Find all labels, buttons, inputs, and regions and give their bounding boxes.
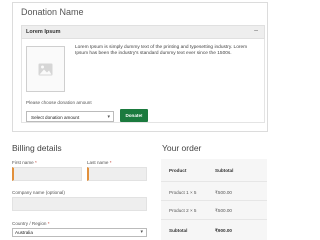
product-name: Product 1 × 5	[169, 190, 197, 195]
donation-description: Lorem Ipsum is simply dummy text of the …	[75, 45, 248, 57]
order-header-row: Product Subtotal	[161, 159, 267, 181]
product-name: Product 2 × 5	[169, 208, 197, 213]
first-name-label: First name *	[12, 160, 37, 165]
image-placeholder	[26, 46, 65, 92]
country-label: Country / Region *	[12, 221, 50, 226]
billing-title: Billing details	[12, 143, 62, 153]
last-name-label: Last name *	[87, 160, 112, 165]
product-header: Product	[169, 168, 187, 173]
donation-amount-label: Please choose donation amount	[26, 100, 92, 105]
table-row: Product 1 × 5 ₹500.00	[161, 181, 267, 200]
donation-accordion-header[interactable]: Lorem Ipsum –	[21, 25, 265, 39]
donation-title: Donation Name	[21, 7, 84, 17]
donation-item-title: Lorem Ipsum	[26, 29, 61, 35]
chevron-down-icon: ▾	[140, 229, 143, 235]
last-name-field[interactable]	[87, 167, 147, 181]
donation-panel: Donation Name Lorem Ipsum – Lorem Ipsum …	[12, 2, 268, 132]
donation-amount-value: Select donation amount	[31, 114, 80, 120]
product-subtotal: ₹500.00	[215, 190, 232, 195]
subtotal-value: ₹900.00	[215, 228, 232, 233]
chevron-down-icon: ▾	[107, 114, 110, 120]
country-value: Australia	[15, 230, 33, 235]
subtotal-row: Subtotal ₹900.00	[161, 219, 267, 240]
subtotal-header: Subtotal	[215, 168, 234, 173]
product-subtotal: ₹500.00	[215, 208, 232, 213]
donate-button[interactable]: Donate!	[120, 109, 148, 122]
order-table: Product Subtotal Product 1 × 5 ₹500.00 P…	[161, 159, 267, 240]
first-name-field[interactable]	[12, 167, 82, 181]
company-field[interactable]	[12, 197, 147, 211]
company-label: Company name (optional)	[12, 190, 65, 195]
order-title: Your order	[162, 143, 202, 153]
donation-accordion-body: Lorem Ipsum is simply dummy text of the …	[21, 39, 265, 123]
required-mark: *	[109, 160, 112, 165]
subtotal-label: Subtotal	[169, 228, 188, 233]
required-mark: *	[34, 160, 37, 165]
collapse-icon[interactable]: –	[254, 27, 258, 34]
country-select[interactable]: Australia ▾	[12, 228, 147, 237]
table-row: Product 2 × 5 ₹500.00	[161, 200, 267, 219]
donation-amount-select[interactable]: Select donation amount ▾	[26, 111, 114, 122]
image-icon	[38, 63, 53, 75]
required-mark: *	[47, 221, 50, 226]
